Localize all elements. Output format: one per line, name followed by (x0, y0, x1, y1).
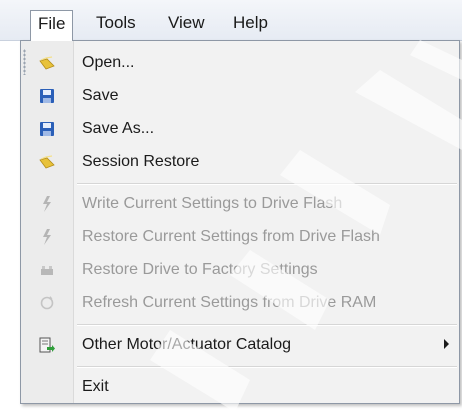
menu-item-label: Save As... (82, 120, 155, 137)
menu-item-restore-flash[interactable]: Restore Current Settings from Drive Flas… (21, 221, 459, 253)
menu-item-save[interactable]: Save (21, 80, 459, 112)
menu-item-label: Open... (82, 54, 135, 71)
menu-item-label: Refresh Current Settings from Drive RAM (82, 294, 377, 311)
menu-separator (77, 324, 457, 326)
menu-separator (77, 366, 457, 368)
menu-view[interactable]: View (161, 11, 212, 35)
menu-item-factory-settings[interactable]: Restore Drive to Factory Settings (21, 254, 459, 286)
menu-item-label: Restore Drive to Factory Settings (82, 261, 318, 278)
menu-item-open[interactable]: Open... (21, 47, 459, 79)
menu-item-write-flash[interactable]: Write Current Settings to Drive Flash (21, 188, 459, 220)
menu-item-label: Other Motor/Actuator Catalog (82, 336, 291, 353)
menu-tools[interactable]: Tools (89, 11, 143, 35)
menu-help[interactable]: Help (226, 11, 275, 35)
menu-item-exit[interactable]: Exit (21, 371, 459, 403)
menu-file[interactable]: File (30, 10, 74, 41)
folder-icon (39, 56, 55, 70)
menu-item-label: Session Restore (82, 153, 200, 170)
floppy-disk-icon (40, 122, 54, 136)
factory-icon (41, 266, 53, 275)
lightning-icon (43, 229, 51, 245)
file-dropdown-menu: Open... Save Save As... Session Restore (20, 40, 460, 404)
menu-item-other-catalog[interactable]: Other Motor/Actuator Catalog (21, 329, 459, 361)
submenu-arrow-icon (444, 339, 449, 349)
lightning-icon (43, 196, 51, 212)
menu-item-session-restore[interactable]: Session Restore (21, 146, 459, 178)
menu-separator (77, 183, 457, 185)
floppy-disk-icon (40, 89, 54, 103)
menu-item-label: Save (82, 87, 119, 104)
menu-item-save-as[interactable]: Save As... (21, 113, 459, 145)
menu-item-label: Write Current Settings to Drive Flash (82, 195, 343, 212)
menu-item-label: Exit (82, 378, 109, 395)
catalog-export-icon (39, 337, 55, 353)
menu-item-refresh-ram[interactable]: Refresh Current Settings from Drive RAM (21, 287, 459, 319)
menu-bar: File Tools View Help (0, 0, 462, 41)
menu-item-label: Restore Current Settings from Drive Flas… (82, 228, 380, 245)
folder-icon (39, 155, 55, 169)
refresh-icon (40, 296, 54, 310)
